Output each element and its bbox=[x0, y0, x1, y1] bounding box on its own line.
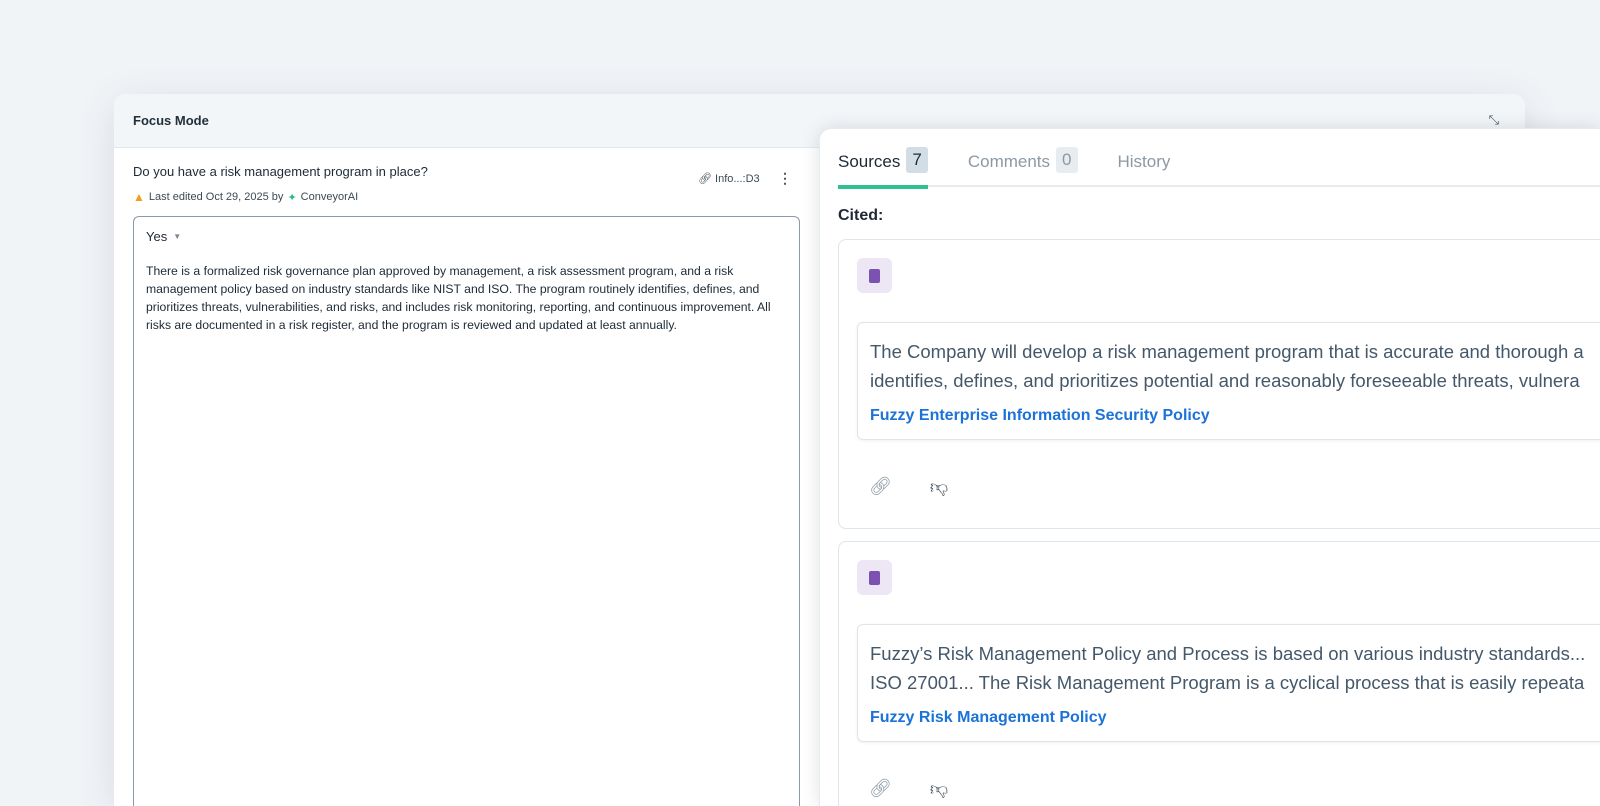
answer-choice: Yes bbox=[146, 229, 168, 244]
source-link[interactable]: Fuzzy Enterprise Information Security Po… bbox=[870, 407, 1600, 425]
excerpt-line: The Company will develop a risk manageme… bbox=[870, 341, 1584, 362]
reference-label: Info...:D3 bbox=[715, 173, 760, 185]
collapse-icon[interactable]: ⤡ bbox=[1489, 112, 1499, 128]
answer-text[interactable]: There is a formalized risk governance pl… bbox=[146, 262, 787, 334]
source-actions: 🔗︎ 👎︎ bbox=[869, 476, 948, 498]
editor-name: ConveyorAI bbox=[300, 191, 359, 203]
tab-comments[interactable]: Comments 0 bbox=[968, 147, 1078, 187]
sources-panel: Sources 7 Comments 0 History Cited: The Co… bbox=[819, 128, 1600, 806]
window-title: Focus Mode bbox=[133, 113, 209, 128]
source-excerpt-box: Fuzzy’s Risk Management Policy and Proce… bbox=[857, 624, 1600, 742]
thumbs-down-icon[interactable]: 👎︎ bbox=[930, 476, 948, 498]
last-edited: Last edited Oct 29, 2025 by bbox=[148, 191, 284, 203]
reference-link[interactable]: 🔗︎ Info...:D3 bbox=[698, 172, 760, 185]
sparkle-icon: ✦ bbox=[287, 191, 297, 204]
source-excerpt-box: The Company will develop a risk manageme… bbox=[857, 322, 1600, 440]
link-icon: 🔗︎ bbox=[698, 173, 712, 185]
tab-history[interactable]: History bbox=[1118, 147, 1171, 187]
source-card: The Company will develop a risk manageme… bbox=[838, 239, 1600, 529]
book-icon bbox=[857, 560, 892, 595]
count-badge: 0 bbox=[1056, 147, 1078, 173]
source-actions: 🔗︎ 👎︎ bbox=[869, 778, 948, 800]
book-icon bbox=[857, 258, 892, 293]
tab-label: Sources bbox=[838, 152, 901, 171]
warning-icon: ▲ bbox=[133, 190, 145, 204]
thumbs-down-icon[interactable]: 👎︎ bbox=[930, 778, 948, 800]
tab-label: History bbox=[1117, 152, 1171, 171]
answer-editor[interactable]: Yes ▼ There is a formalized risk governan… bbox=[133, 216, 800, 806]
excerpt-line: ISO 27001... The Risk Management Program… bbox=[870, 672, 1585, 693]
excerpt-line: identifies, defines, and prioritizes pot… bbox=[870, 370, 1580, 391]
source-link[interactable]: Fuzzy Risk Management Policy bbox=[870, 709, 1600, 727]
link-icon[interactable]: 🔗︎ bbox=[869, 476, 892, 498]
more-options-icon[interactable]: ⋮ bbox=[778, 170, 792, 187]
chevron-down-icon: ▼ bbox=[173, 232, 182, 241]
link-icon[interactable]: 🔗︎ bbox=[869, 778, 892, 800]
question-text: Do you have a risk management program in… bbox=[133, 164, 428, 179]
panel-tabs: Sources 7 Comments 0 History bbox=[838, 147, 1600, 189]
source-card: Fuzzy’s Risk Management Policy and Proce… bbox=[838, 541, 1600, 806]
count-badge: 7 bbox=[906, 147, 928, 173]
tab-label: Comments bbox=[967, 152, 1051, 171]
cited-heading: Cited: bbox=[838, 207, 884, 224]
edit-meta: ▲ Last edited Oct 29, 2025 by ✦ Conveyor… bbox=[133, 190, 358, 204]
answer-select[interactable]: Yes ▼ bbox=[146, 229, 787, 244]
tab-sources[interactable]: Sources 7 bbox=[838, 147, 928, 189]
excerpt-line: Fuzzy’s Risk Management Policy and Proce… bbox=[870, 643, 1586, 664]
